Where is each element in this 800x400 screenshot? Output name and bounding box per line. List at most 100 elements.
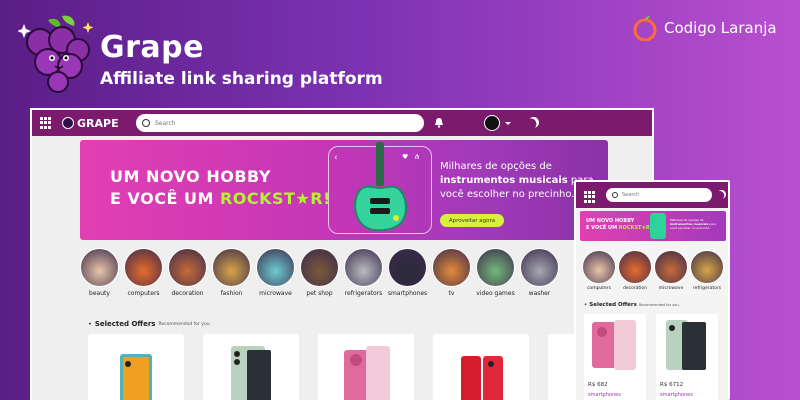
offer-card[interactable] (203, 334, 299, 400)
banner-headline-line2: E VOCÊ UM (110, 189, 220, 208)
phone-image (461, 356, 503, 400)
offer-card[interactable] (318, 334, 414, 400)
mobile-navbar (576, 182, 728, 208)
mobile-selected-offers-header: • Selected Offers Recommended for you. (584, 302, 680, 308)
banner-headline: UM NOVO HOBBY E VOCÊ UM ROCKST★R! (110, 166, 331, 210)
avatar[interactable] (484, 115, 500, 131)
category-image (690, 250, 724, 284)
mobile-banner-line1: UM NOVO HOBBY (586, 218, 635, 224)
moon-icon[interactable] (715, 188, 727, 200)
brand-logo: Codigo Laranja (632, 15, 777, 41)
offer-cards (88, 334, 644, 400)
phone-image (344, 346, 390, 400)
category-label: tv (448, 290, 455, 297)
category-item[interactable]: tv (432, 248, 471, 297)
top-navbar: GRAPE (32, 110, 652, 136)
category-label: smartphones (387, 290, 428, 297)
banner-cta-button[interactable]: Aproveitar agora (440, 214, 504, 227)
category-image (344, 248, 383, 287)
grape-mini-icon (62, 117, 74, 129)
category-item[interactable]: smartphones (388, 248, 427, 297)
offer-card[interactable] (88, 334, 184, 400)
category-label: washer (528, 290, 551, 297)
guitar-image (650, 213, 666, 239)
category-label: decoration (622, 286, 648, 291)
mobile-search-input[interactable] (622, 192, 702, 198)
desktop-mockup: GRAPE UM NOVO HOBBY E VOCÊ UM ROCKST★R! … (30, 108, 654, 400)
category-image (212, 248, 251, 287)
mobile-selected-subtitle: Recommended for you. (638, 303, 680, 307)
phone-image (120, 354, 152, 400)
mobile-selected-title: Selected Offers (589, 302, 637, 308)
search-input[interactable] (155, 119, 395, 127)
mobile-offer-card[interactable]: R$ 682 smartphones (584, 314, 646, 400)
category-label: pet shop (306, 290, 333, 297)
bullet-icon: • (584, 302, 588, 308)
hero-subtitle: Affiliate link sharing platform (100, 69, 383, 89)
category-image (618, 250, 652, 284)
mobile-banner-highlight: ROCKST★R! (618, 225, 653, 231)
phone-image (666, 320, 706, 370)
category-label: computers (586, 286, 612, 291)
category-image (388, 248, 427, 287)
brand-name: Codigo Laranja (664, 19, 777, 37)
chevron-down-icon[interactable] (505, 122, 511, 125)
category-label: microwave (259, 290, 292, 297)
category-label: refrigerators (344, 290, 383, 297)
bullet-icon: • (88, 320, 92, 328)
category-image (80, 248, 119, 287)
category-item[interactable]: microwave (256, 248, 295, 297)
mobile-banner-headline: UM NOVO HOBBY E VOCÊ UM ROCKST★R! (586, 218, 652, 232)
category-item[interactable]: refrigerators (690, 250, 724, 291)
category-image (520, 248, 559, 287)
banner-headline-highlight: ROCKST★R! (219, 189, 331, 208)
category-image (476, 248, 515, 287)
mobile-search-bar[interactable] (606, 188, 712, 202)
category-label: computers (127, 290, 160, 297)
category-label: video games (476, 290, 515, 297)
offer-card[interactable] (433, 334, 529, 400)
search-icon (142, 119, 150, 127)
category-image (654, 250, 688, 284)
apps-grid-icon[interactable] (40, 117, 52, 129)
category-list: beauty computers decoration fashion microwav… (80, 248, 559, 297)
category-item[interactable]: computers (582, 250, 616, 291)
category-image (432, 248, 471, 287)
grape-logo-icon (18, 15, 94, 93)
promo-banner[interactable]: UM NOVO HOBBY E VOCÊ UM ROCKST★R! ‹ ♥ ⋔ … (80, 140, 608, 240)
apps-grid-icon[interactable] (584, 191, 596, 203)
category-label: refrigerators (692, 286, 722, 291)
chevron-left-icon[interactable]: ‹ (334, 153, 338, 163)
category-image (168, 248, 207, 287)
orange-icon (633, 16, 657, 41)
category-image (124, 248, 163, 287)
phone-image (231, 346, 271, 400)
category-image (300, 248, 339, 287)
price-label: R$ 6712 (660, 382, 684, 388)
category-item[interactable]: decoration (618, 250, 652, 291)
mobile-mockup: UM NOVO HOBBY E VOCÊ UM ROCKST★R! Milhar… (574, 180, 730, 400)
mobile-offer-card[interactable]: R$ 6712 smartphones (656, 314, 718, 400)
category-link[interactable]: smartphones (660, 392, 693, 398)
phone-image (592, 320, 636, 370)
category-label: beauty (89, 290, 110, 297)
category-item[interactable]: pet shop (300, 248, 339, 297)
category-item[interactable]: decoration (168, 248, 207, 297)
search-bar[interactable] (136, 114, 424, 132)
category-item[interactable]: fashion (212, 248, 251, 297)
banner-headline-line1: UM NOVO HOBBY (110, 167, 271, 186)
mobile-offer-cards: R$ 682 smartphones R$ 6712 smartphones (584, 314, 718, 400)
mobile-promo-banner[interactable]: UM NOVO HOBBY E VOCÊ UM ROCKST★R! Milhar… (580, 211, 726, 241)
category-item[interactable]: washer (520, 248, 559, 297)
category-item[interactable]: beauty (80, 248, 119, 297)
category-item[interactable]: computers (124, 248, 163, 297)
category-label: fashion (220, 290, 243, 297)
category-item[interactable]: microwave (654, 250, 688, 291)
nav-logo[interactable]: GRAPE (62, 117, 119, 130)
moon-icon[interactable] (526, 115, 541, 130)
category-item[interactable]: refrigerators (344, 248, 383, 297)
bell-icon[interactable] (434, 117, 444, 128)
category-image (582, 250, 616, 284)
category-item[interactable]: video games (476, 248, 515, 297)
category-link[interactable]: smartphones (588, 392, 621, 398)
